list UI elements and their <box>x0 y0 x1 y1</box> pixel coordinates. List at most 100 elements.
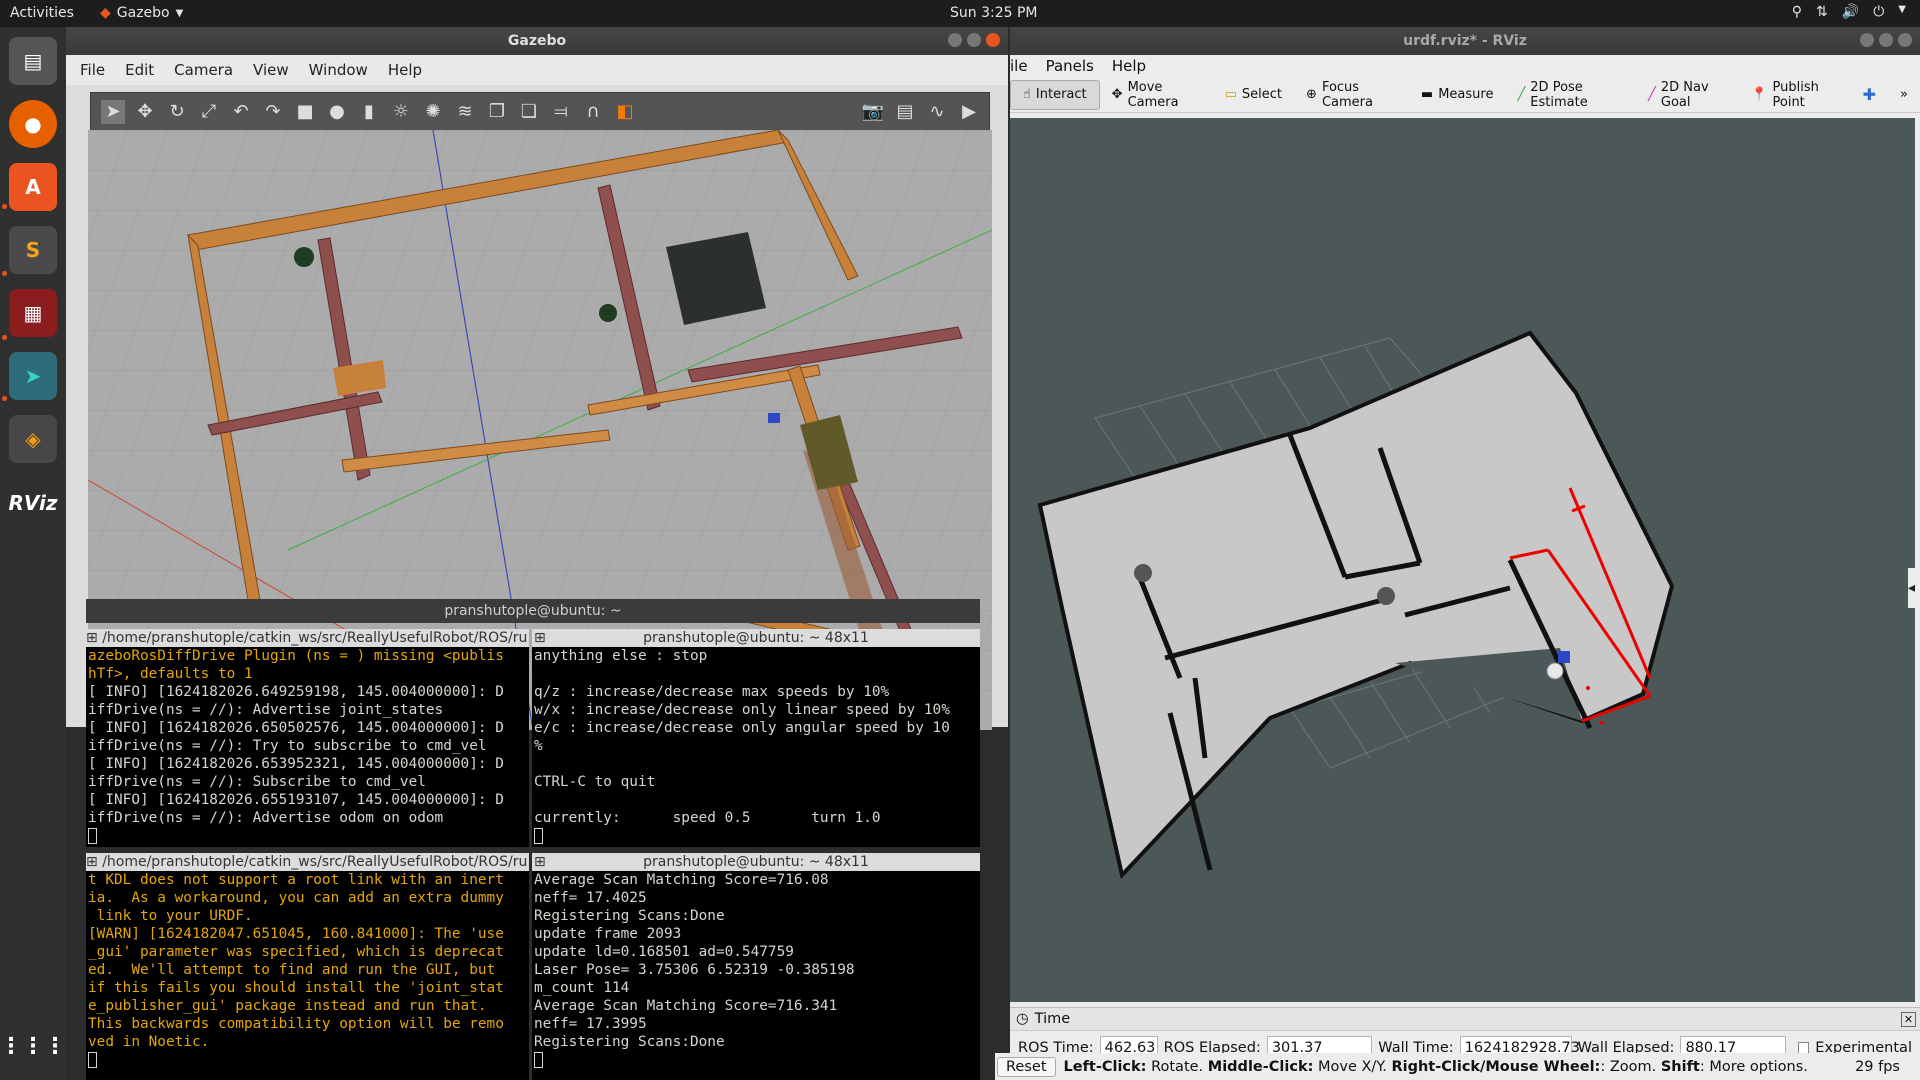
window-title: urdf.rviz* - RViz <box>1403 33 1527 49</box>
network-icon[interactable]: ⇅ <box>1816 4 1828 20</box>
copy-icon[interactable]: ❐ <box>485 100 509 124</box>
focus-camera-icon: ⊕ <box>1306 87 1317 102</box>
tool-measure[interactable]: ▬ Measure <box>1409 80 1506 110</box>
volume-icon[interactable]: 🔊 <box>1842 4 1859 20</box>
activities-button[interactable]: Activities <box>10 5 74 21</box>
rviz-titlebar[interactable]: urdf.rviz* - RViz <box>1010 27 1920 55</box>
tool-focus-camera[interactable]: ⊕ Focus Camera <box>1294 80 1409 110</box>
menu-camera[interactable]: Camera <box>174 61 233 79</box>
hint-text: Rotate. <box>1146 1058 1208 1075</box>
toolbar-overflow-button[interactable]: » <box>1888 80 1920 110</box>
terminal-pane-2[interactable]: anything else : stop q/z : increase/decr… <box>532 647 980 847</box>
redo-icon[interactable]: ↷ <box>261 100 285 124</box>
minimize-icon[interactable] <box>1860 33 1874 47</box>
terminator-icon[interactable]: ➤ <box>9 352 57 400</box>
window-controls <box>1860 33 1912 47</box>
menu-window[interactable]: Window <box>309 61 368 79</box>
system-tray[interactable]: ⚲ ⇅ 🔊 ⏻ ▼ <box>1792 4 1906 20</box>
menu-view[interactable]: View <box>253 61 289 79</box>
terminal-pane-title: /home/pranshutople/catkin_ws/src/ReallyU… <box>102 854 528 870</box>
terminal-window-title: pranshutople@ubuntu: ~ <box>444 603 622 619</box>
select-mode-icon[interactable]: ➤ <box>101 100 125 124</box>
chevron-down-icon[interactable]: ▼ <box>1898 4 1906 20</box>
rviz-icon[interactable]: RViz <box>8 479 58 527</box>
tool-move-camera[interactable]: ✥ Move Camera <box>1100 80 1213 110</box>
menu-help[interactable]: Help <box>388 61 422 79</box>
accessibility-icon[interactable]: ⚲ <box>1792 4 1802 20</box>
power-icon[interactable]: ⏻ <box>1873 4 1884 20</box>
gazebo-icon[interactable]: ◈ <box>9 415 57 463</box>
plus-icon: ✚ <box>1862 85 1877 104</box>
terminal-line: if this fails you should install the 'jo… <box>88 980 504 996</box>
box-shape-icon[interactable]: ■ <box>293 100 317 124</box>
terminal-line: % <box>534 738 543 754</box>
change-view-icon[interactable]: ◧ <box>613 100 637 124</box>
tool-select[interactable]: ▭ Select <box>1213 80 1294 110</box>
close-icon[interactable]: ✕ <box>1901 1011 1916 1027</box>
add-tool-button[interactable]: ✚ <box>1851 80 1888 110</box>
show-applications-icon[interactable]: ⋮⋮⋮ <box>0 1022 66 1070</box>
terminal-pane-header[interactable]: ⊞ /home/pranshutople/catkin_ws/src/Reall… <box>86 853 529 871</box>
terminal-icon[interactable]: ▦ <box>9 289 57 337</box>
tool-interact[interactable]: ☝ Interact <box>1010 79 1100 110</box>
rviz-3d-viewport[interactable]: ◂ <box>1010 118 1915 1002</box>
gazebo-titlebar[interactable]: Gazebo <box>66 27 1008 55</box>
rviz-toolbar: ☝ Interact ✥ Move Camera ▭ Select ⊕ Focus Ca… <box>1010 77 1920 113</box>
terminal-line: iffDrive(ns = //): Advertise joint_state… <box>88 702 444 718</box>
app-menu[interactable]: ◆ Gazebo ▼ <box>100 5 183 21</box>
menu-edit[interactable]: Edit <box>125 61 154 79</box>
tool-2d-pose-estimate[interactable]: ╱ 2D Pose Estimate <box>1505 80 1636 110</box>
rotate-mode-icon[interactable]: ↻ <box>165 100 189 124</box>
spot-light-icon[interactable]: ✺ <box>421 100 445 124</box>
maximize-icon[interactable] <box>1879 33 1893 47</box>
terminal-line: m_count 114 <box>534 980 630 996</box>
terminal-pane-header[interactable]: ⊞ /home/pranshutople/catkin_ws/src/Reall… <box>86 629 529 647</box>
scale-mode-icon[interactable]: ⤢ <box>197 100 221 124</box>
firefox-icon[interactable]: ● <box>9 100 57 148</box>
plant-model <box>294 247 314 267</box>
close-icon[interactable] <box>986 33 1000 47</box>
terminal-line: neff= 17.4025 <box>534 890 647 906</box>
status-hint: Left-Click: Rotate. Middle-Click: Move X… <box>1064 1059 1808 1075</box>
terminal-pane-1[interactable]: azeboRosDiffDrive Plugin (ns = ) missing… <box>86 647 529 847</box>
terminal-pane-3[interactable]: t KDL does not support a root link with … <box>86 871 529 1080</box>
terminal-pane-header[interactable]: ⊞ pranshutople@ubuntu: ~ 48x11 <box>532 853 980 871</box>
collapse-panel-icon[interactable]: ◂ <box>1907 568 1915 608</box>
log-icon[interactable]: ▤ <box>893 100 917 124</box>
menu-panels[interactable]: Panels <box>1046 57 1094 75</box>
tool-2d-nav-goal[interactable]: ╱ 2D Nav Goal <box>1636 80 1739 110</box>
translate-mode-icon[interactable]: ✥ <box>133 100 157 124</box>
software-center-icon[interactable]: A <box>9 163 57 211</box>
paste-icon[interactable]: ❏ <box>517 100 541 124</box>
sphere-shape-icon[interactable]: ● <box>325 100 349 124</box>
files-icon[interactable]: ▤ <box>9 37 57 85</box>
plot-icon[interactable]: ∿ <box>925 100 949 124</box>
maximize-icon[interactable] <box>967 33 981 47</box>
undo-icon[interactable]: ↶ <box>229 100 253 124</box>
terminal-pane-4[interactable]: Average Scan Matching Score=716.08 neff= … <box>532 871 980 1080</box>
hint-shift: Shift <box>1660 1058 1700 1075</box>
terminal-titlebar[interactable]: pranshutople@ubuntu: ~ <box>86 599 980 623</box>
cylinder-shape-icon[interactable]: ▮ <box>357 100 381 124</box>
screenshot-icon[interactable]: 📷 <box>861 100 885 124</box>
video-record-icon[interactable]: ▶ <box>957 100 981 124</box>
menu-file[interactable]: File <box>80 61 105 79</box>
terminal-pane-header[interactable]: ⊞ pranshutople@ubuntu: ~ 48x11 <box>532 629 980 647</box>
terminal-pane-title: pranshutople@ubuntu: ~ 48x11 <box>643 630 869 646</box>
point-light-icon[interactable]: ☼ <box>389 100 413 124</box>
close-icon[interactable] <box>1898 33 1912 47</box>
tool-publish-point[interactable]: 📍 Publish Point <box>1739 80 1850 110</box>
sublime-text-icon[interactable]: S <box>9 226 57 274</box>
tool-label: Publish Point <box>1772 79 1819 110</box>
menu-help[interactable]: Help <box>1112 57 1146 75</box>
terminal-line: ed. We'll attempt to find and run the GU… <box>88 962 496 978</box>
align-icon[interactable]: ⫤ <box>549 100 573 124</box>
menu-file[interactable]: ile <box>1010 57 1028 75</box>
snap-icon[interactable]: ∩ <box>581 100 605 124</box>
clock[interactable]: Sun 3:25 PM <box>950 5 1038 21</box>
reset-button[interactable]: Reset <box>997 1056 1056 1077</box>
minimize-icon[interactable] <box>948 33 962 47</box>
directional-light-icon[interactable]: ≋ <box>453 100 477 124</box>
